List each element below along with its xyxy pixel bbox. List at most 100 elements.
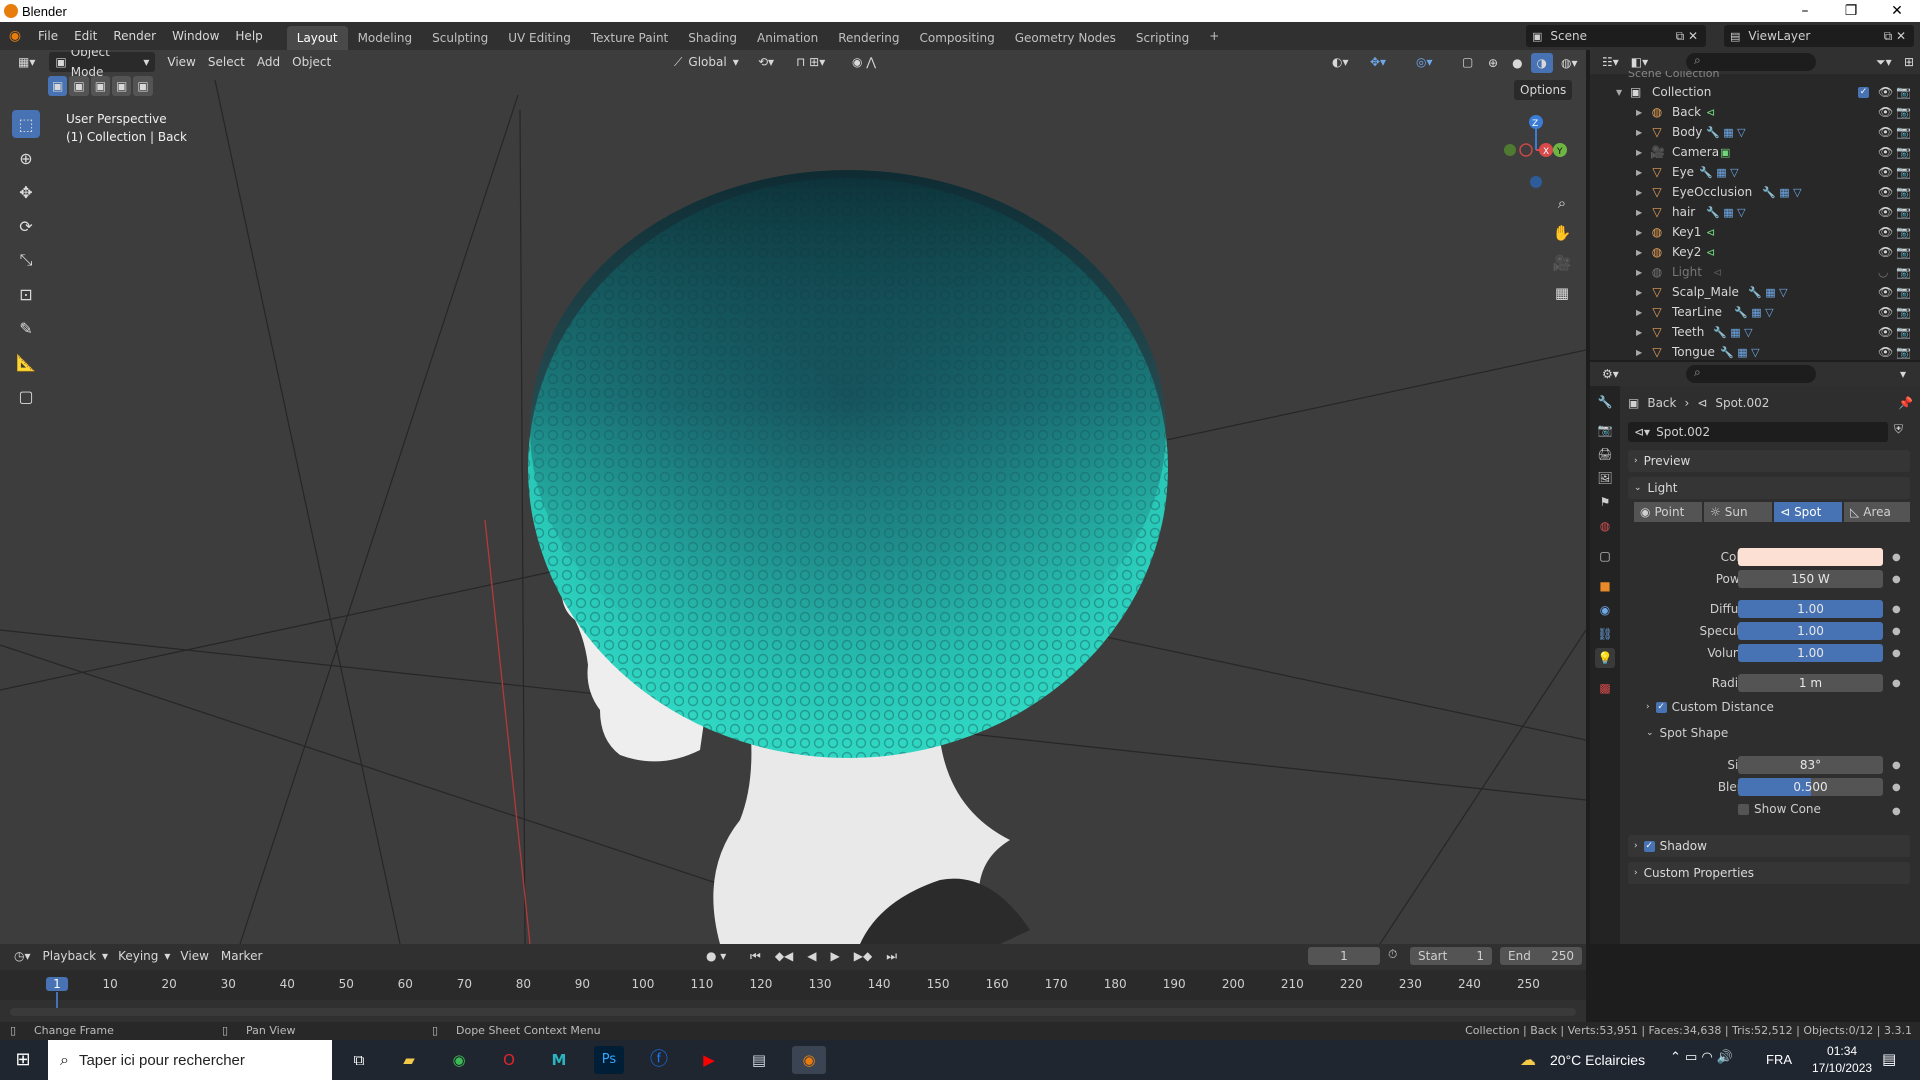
eye-icon[interactable]: 👁 — [1878, 285, 1893, 299]
diffuse-slider[interactable]: 1.00 — [1738, 600, 1883, 618]
expand-triangle-icon[interactable]: ▶ — [1636, 148, 1642, 157]
close-icon[interactable]: ✕ — [1874, 0, 1920, 22]
render-camera-icon[interactable]: 📷 — [1896, 345, 1911, 359]
eye-icon[interactable]: 👁 — [1878, 185, 1893, 199]
keyframe-dot-icon[interactable]: ● — [1892, 782, 1901, 793]
app-window-icon[interactable]: ▤ — [744, 1046, 774, 1074]
play-icon[interactable]: ▶ — [825, 946, 846, 966]
chevron-down-icon[interactable]: ▾ — [1894, 364, 1912, 384]
measure-icon[interactable]: 📐 — [12, 348, 40, 376]
eye-icon[interactable]: 👁 — [1878, 225, 1893, 239]
render-camera-icon[interactable]: 📷 — [1896, 125, 1911, 139]
shadow-checkbox[interactable]: ✓ — [1643, 840, 1655, 852]
scene-selector[interactable]: ▣ Scene ⧉ ✕ — [1526, 25, 1706, 47]
outliner-item[interactable]: ▶ ▽ TearLine 🔧 ▦ ▽ 👁 📷 — [1590, 302, 1920, 322]
expand-triangle-icon[interactable]: ▶ — [1636, 248, 1642, 257]
rotate-icon[interactable]: ⟳ — [12, 212, 40, 240]
expand-triangle-icon[interactable]: ▶ — [1636, 208, 1642, 217]
play-reverse-icon[interactable]: ◀ — [801, 946, 822, 966]
viewport-menu-view[interactable]: View — [161, 52, 201, 72]
notifications-icon[interactable]: ▤ — [1882, 1050, 1896, 1068]
expand-triangle-icon[interactable]: ▶ — [1636, 228, 1642, 237]
expand-triangle-icon[interactable]: ▶ — [1636, 168, 1642, 177]
render-camera-icon[interactable]: 📷 — [1896, 185, 1911, 199]
task-view-icon[interactable]: ⧉ — [344, 1046, 374, 1074]
physics-tab-icon[interactable]: ◉ — [1595, 600, 1615, 620]
collection-checkbox[interactable]: ✓ — [1858, 86, 1869, 98]
outliner-item[interactable]: ▶ ▽ Tongue 🔧 ▦ ▽ 👁 📷 — [1590, 342, 1920, 362]
weather-icon[interactable]: ☁ — [1520, 1050, 1536, 1069]
zoom-icon[interactable]: ⌕ — [1549, 190, 1575, 216]
radius-field[interactable]: 1 m — [1738, 674, 1883, 692]
overlay-toggle-icon[interactable]: ◎▾ — [1410, 52, 1439, 72]
keyframe-dot-icon[interactable]: ● — [1892, 760, 1901, 771]
viewport-menu-select[interactable]: Select — [202, 52, 251, 72]
keyframe-dot-icon[interactable]: ● — [1892, 648, 1901, 659]
outliner-item[interactable]: ▶ ▽ hair 🔧 ▦ ▽ 👁 📷 — [1590, 202, 1920, 222]
tab-uv-editing[interactable]: UV Editing — [498, 26, 581, 50]
eye-icon[interactable]: 👁 — [1878, 245, 1893, 259]
weather-text[interactable]: 20°C Eclaircies — [1550, 1052, 1645, 1068]
timeline-ruler[interactable]: 1 10 20 30 40 50 60 70 80 90 100 110 120 130 140 150 160… — [0, 970, 1586, 1016]
tray-icons[interactable]: ⌃ ▭ ◠ 🔊 — [1670, 1050, 1733, 1065]
timeline-menu-view[interactable]: View — [174, 946, 214, 966]
solid-shading-icon[interactable]: ● — [1506, 53, 1528, 73]
render-camera-icon[interactable]: 📷 — [1896, 305, 1911, 319]
material-shading-icon[interactable]: ◑ — [1530, 53, 1554, 73]
add-workspace-button[interactable]: + — [1199, 24, 1229, 48]
expand-triangle-icon[interactable]: ▶ — [1636, 108, 1642, 117]
move-icon[interactable]: ✥ — [12, 178, 40, 206]
menu-window[interactable]: Window — [164, 26, 227, 46]
timeline-menu-marker[interactable]: Marker — [215, 946, 268, 966]
constraints-tab-icon[interactable]: ⛓ — [1595, 624, 1615, 644]
eye-icon[interactable]: 👁 — [1878, 305, 1893, 319]
eye-icon[interactable]: 👁 — [1878, 105, 1893, 119]
cursor-icon[interactable]: ⊕ — [12, 144, 40, 172]
tab-animation[interactable]: Animation — [747, 26, 828, 50]
orientation-dropdown[interactable]: ⟋ Global ▾ — [668, 52, 745, 72]
output-tab-icon[interactable]: 🖨 — [1595, 444, 1615, 464]
custom-properties-panel-header[interactable]: › Custom Properties — [1628, 862, 1910, 884]
specular-slider[interactable]: 1.00 — [1738, 622, 1883, 640]
tab-shading[interactable]: Shading — [678, 26, 747, 50]
collection-row[interactable]: ▼ ▣ Collection ✓ 👁 📷 — [1590, 82, 1920, 102]
editor-type-icon[interactable]: ▦▾ — [12, 52, 41, 72]
tab-geometry-nodes[interactable]: Geometry Nodes — [1005, 26, 1126, 50]
render-camera-icon[interactable]: 📷 — [1896, 325, 1911, 339]
proportional-edit-icon[interactable]: ◉ ⋀ — [846, 52, 882, 72]
camera-view-icon[interactable]: 🎥 — [1549, 250, 1575, 276]
tab-compositing[interactable]: Compositing — [909, 26, 1004, 50]
next-keyframe-icon[interactable]: ▶◆ — [848, 946, 878, 966]
light-data-tab-icon[interactable]: 💡 — [1595, 648, 1615, 668]
view-layer-tab-icon[interactable]: 🖼 — [1595, 468, 1615, 488]
tab-modeling[interactable]: Modeling — [348, 26, 423, 50]
light-datablock-selector[interactable]: ⊲▾ Spot.002 — [1628, 422, 1888, 442]
hidden-eye-icon[interactable]: ◡ — [1878, 265, 1888, 279]
scale-icon[interactable]: ⤡ — [12, 246, 40, 274]
outliner-item[interactable]: ▶ ◍ Key2 ⊲ 👁 📷 — [1590, 242, 1920, 262]
clock[interactable]: 01:34 17/10/2023 — [1812, 1043, 1872, 1077]
add-cube-icon[interactable]: ▢ — [12, 382, 40, 410]
current-frame-field[interactable]: 1 — [1308, 947, 1380, 965]
light-panel-header[interactable]: ⌄ Light — [1628, 477, 1910, 499]
outliner-item[interactable]: ▶ ▽ Scalp_Male 🔧 ▦ ▽ 👁 📷 — [1590, 282, 1920, 302]
tool-tab-icon[interactable]: 🔧 — [1595, 392, 1615, 412]
expand-triangle-icon[interactable]: ▶ — [1636, 128, 1642, 137]
fake-user-shield-icon[interactable]: ⛨ — [1894, 422, 1903, 437]
render-tab-icon[interactable]: 📷 — [1595, 420, 1615, 440]
select-subtract-icon[interactable]: ▣ — [90, 76, 111, 96]
object-tab-icon[interactable]: ■ — [1595, 576, 1615, 596]
render-camera-icon[interactable]: 📷 — [1896, 85, 1911, 99]
auto-keying-icon[interactable]: ● ▾ — [700, 946, 732, 966]
eye-icon[interactable]: 👁 — [1878, 325, 1893, 339]
pan-hand-icon[interactable]: ✋ — [1549, 220, 1575, 246]
windows-start-icon[interactable]: ⊞ — [8, 1046, 38, 1074]
facebook-icon[interactable]: ⓕ — [644, 1046, 674, 1074]
menu-render[interactable]: Render — [105, 26, 164, 46]
tab-rendering[interactable]: Rendering — [828, 26, 909, 50]
render-camera-icon[interactable]: 📷 — [1896, 225, 1911, 239]
view-layer-selector[interactable]: ▤ ViewLayer ⧉ ✕ — [1724, 25, 1914, 47]
eye-icon[interactable]: 👁 — [1878, 205, 1893, 219]
prev-keyframe-icon[interactable]: ◆◀ — [769, 946, 799, 966]
render-camera-icon[interactable]: 📷 — [1896, 285, 1911, 299]
